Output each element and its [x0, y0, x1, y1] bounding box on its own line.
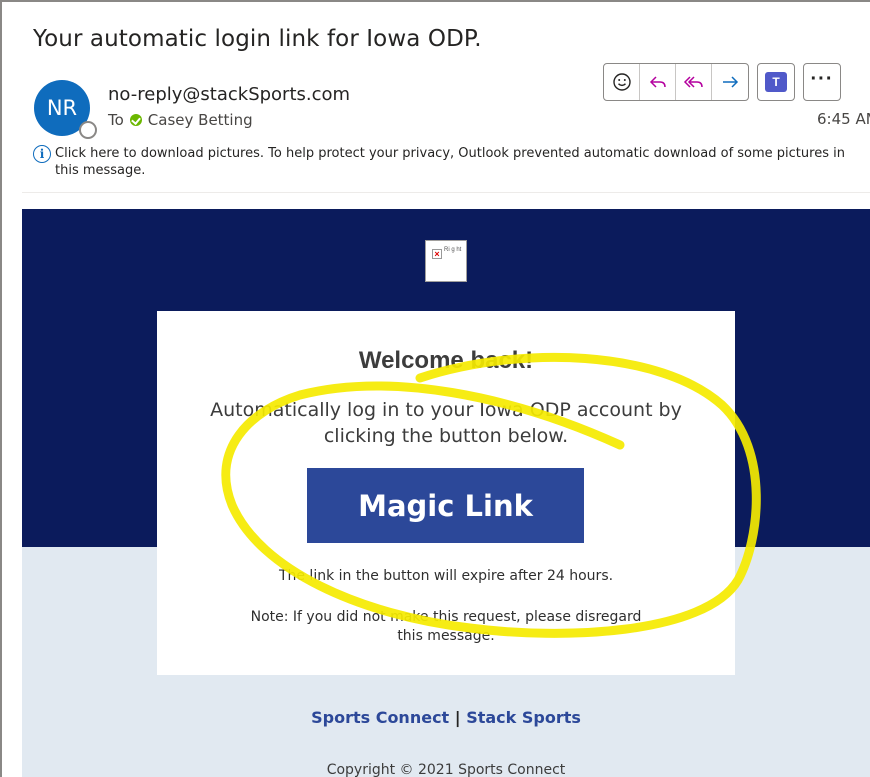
- sports-connect-link[interactable]: Sports Connect: [311, 708, 449, 727]
- logo-placeholder-image[interactable]: × Ri g ht: [425, 240, 467, 282]
- email-card: Welcome back! Automatically log in to yo…: [157, 311, 735, 675]
- more-icon: ···: [810, 67, 834, 90]
- email-subject: Your automatic login link for Iowa ODP.: [33, 26, 482, 52]
- sender-email[interactable]: no-reply@stackSports.com: [108, 84, 350, 105]
- intro-text: Automatically log in to your Iowa ODP ac…: [210, 399, 682, 447]
- reply-all-button[interactable]: [676, 64, 712, 100]
- expire-text: The link in the button will expire after…: [278, 568, 614, 584]
- forward-icon: [723, 76, 739, 88]
- presence-status-icon: [79, 121, 97, 139]
- reply-icon: [649, 76, 666, 88]
- emoji-reaction-button[interactable]: [604, 64, 640, 100]
- reply-all-icon: [683, 76, 703, 88]
- available-status-icon: [129, 114, 142, 126]
- download-pictures-bar[interactable]: i Click here to download pictures. To he…: [33, 145, 863, 179]
- header-divider: [22, 192, 870, 193]
- forward-button[interactable]: [712, 64, 748, 100]
- logo-alt-text: Ri g ht: [444, 247, 462, 253]
- received-time: 6:45 AM: [817, 110, 870, 128]
- teams-icon: T: [765, 72, 787, 92]
- message-actions: T ···: [603, 62, 841, 102]
- recipient-name[interactable]: Casey Betting: [148, 111, 253, 129]
- recipient-line: To Casey Betting: [108, 111, 253, 129]
- footer-separator: |: [454, 708, 461, 727]
- copyright-text: Copyright © 2021 Sports Connect: [326, 762, 566, 777]
- note-text: Note: If you did not make this request, …: [250, 609, 642, 644]
- broken-image-icon: ×: [432, 249, 442, 259]
- magic-link-button[interactable]: Magic Link: [307, 468, 584, 543]
- reply-button[interactable]: [640, 64, 676, 100]
- smiley-icon: [612, 73, 631, 91]
- welcome-heading: Welcome back!: [358, 347, 534, 374]
- to-label: To: [108, 111, 124, 129]
- teams-button[interactable]: T: [757, 63, 795, 101]
- action-button-group: [603, 63, 749, 101]
- info-icon: i: [33, 145, 51, 163]
- footer-links: Sports Connect | Stack Sports: [22, 708, 870, 727]
- more-actions-button[interactable]: ···: [803, 63, 841, 101]
- info-bar-text[interactable]: Click here to download pictures. To help…: [55, 145, 863, 179]
- stack-sports-link[interactable]: Stack Sports: [466, 708, 581, 727]
